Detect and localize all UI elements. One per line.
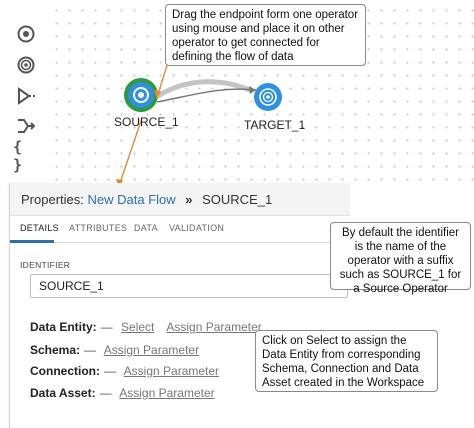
properties-tabs: DETAILS ATTRIBUTES DATA VALIDATION [10,218,350,243]
source-node-label: SOURCE_1 [114,115,179,129]
tab-data[interactable]: DATA [134,223,158,233]
connection-dash: — [104,364,116,378]
data-flow-link[interactable]: New Data Flow [88,192,176,207]
schema-row: Schema: — Assign Parameter [30,343,199,357]
drag-endpoint-callout: Drag the endpoint form one operator usin… [165,4,366,66]
data-asset-assign-parameter-link[interactable]: Assign Parameter [119,386,214,400]
data-entity-row: Data Entity: — Select Assign Parameter [30,320,262,334]
identifier-label: IDENTIFIER [20,260,71,270]
tab-validation[interactable]: VALIDATION [169,223,224,233]
tab-attributes[interactable]: ATTRIBUTES [69,223,127,233]
connection-assign-parameter-link[interactable]: Assign Parameter [124,364,219,378]
schema-label: Schema: [30,343,81,357]
properties-header: Properties: New Data Flow » SOURCE_1 [10,183,350,216]
identifier-callout: By default the identifier is the name of… [330,222,471,295]
select-callout-text: Click on Select to assign the Data Entit… [262,335,425,389]
select-callout: Click on Select to assign the Data Entit… [255,330,438,392]
data-entity-label: Data Entity: [30,320,97,334]
data-entity-dash: — [100,320,113,334]
data-asset-label: Data Asset: [30,386,96,400]
selected-node-name: SOURCE_1 [202,192,273,207]
target-node-label: TARGET_1 [244,118,306,132]
schema-dash: — [84,343,97,357]
drag-endpoint-callout-text: Drag the endpoint form one operator usin… [172,9,359,63]
identifier-input[interactable] [30,274,348,298]
data-asset-row: Data Asset: — Assign Parameter [30,386,215,400]
data-asset-dash: — [99,386,112,400]
target-operator-icon[interactable] [13,52,39,78]
source-operator-icon[interactable] [13,21,39,47]
expression-operator-icon[interactable]: { } [13,138,39,174]
breadcrumb-separator: » [185,192,193,207]
filter-operator-icon[interactable] [13,83,39,109]
identifier-callout-text: By default the identifier is the name of… [339,227,462,295]
join-operator-icon[interactable] [13,113,39,139]
data-entity-assign-parameter-link[interactable]: Assign Parameter [166,320,261,334]
schema-assign-parameter-link[interactable]: Assign Parameter [104,343,199,357]
active-tab-indicator [10,240,54,243]
select-data-entity-link[interactable]: Select [121,320,154,334]
connection-row: Connection: — Assign Parameter [30,364,219,378]
properties-prefix: Properties: [21,192,84,207]
properties-title: Properties: New Data Flow » SOURCE_1 [21,192,272,207]
tab-details[interactable]: DETAILS [20,223,59,233]
connection-label: Connection: [30,364,100,378]
